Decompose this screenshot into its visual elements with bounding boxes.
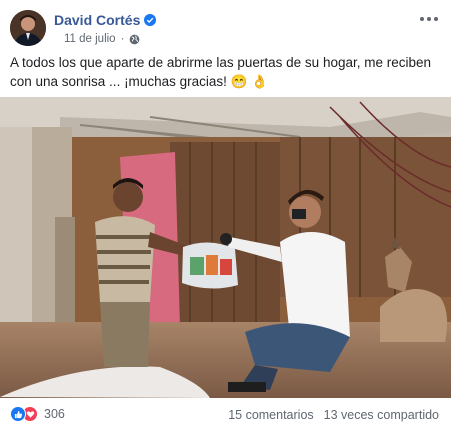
globe-icon	[130, 34, 140, 44]
author-name-text[interactable]: David Cortés	[54, 12, 140, 28]
reactions-summary[interactable]: 306	[10, 406, 65, 422]
like-icon	[10, 406, 26, 422]
post-text: A todos los que aparte de abrirme las pu…	[10, 55, 432, 89]
reaction-count[interactable]: 306	[44, 407, 65, 421]
author-name[interactable]: David Cortés	[54, 12, 157, 28]
comments-count[interactable]: 15 comentarios	[228, 408, 313, 422]
engagement-stats: 15 comentarios 13 veces compartido	[228, 408, 439, 422]
post-meta: 11 de julio ·	[64, 33, 140, 45]
post-photo[interactable]	[0, 97, 451, 398]
verified-badge-icon	[144, 14, 157, 26]
post-date[interactable]: 11 de julio	[64, 33, 116, 45]
post-footer: 306 15 comentarios 13 veces compartido	[10, 404, 441, 426]
meta-separator: ·	[120, 33, 125, 45]
more-options-icon[interactable]	[417, 10, 441, 28]
post-header: David Cortés 11 de julio ·	[10, 10, 441, 48]
author-avatar[interactable]	[10, 10, 46, 46]
facebook-post: David Cortés 11 de julio · A todos los q…	[0, 0, 451, 435]
shares-count[interactable]: 13 veces compartido	[324, 408, 439, 422]
